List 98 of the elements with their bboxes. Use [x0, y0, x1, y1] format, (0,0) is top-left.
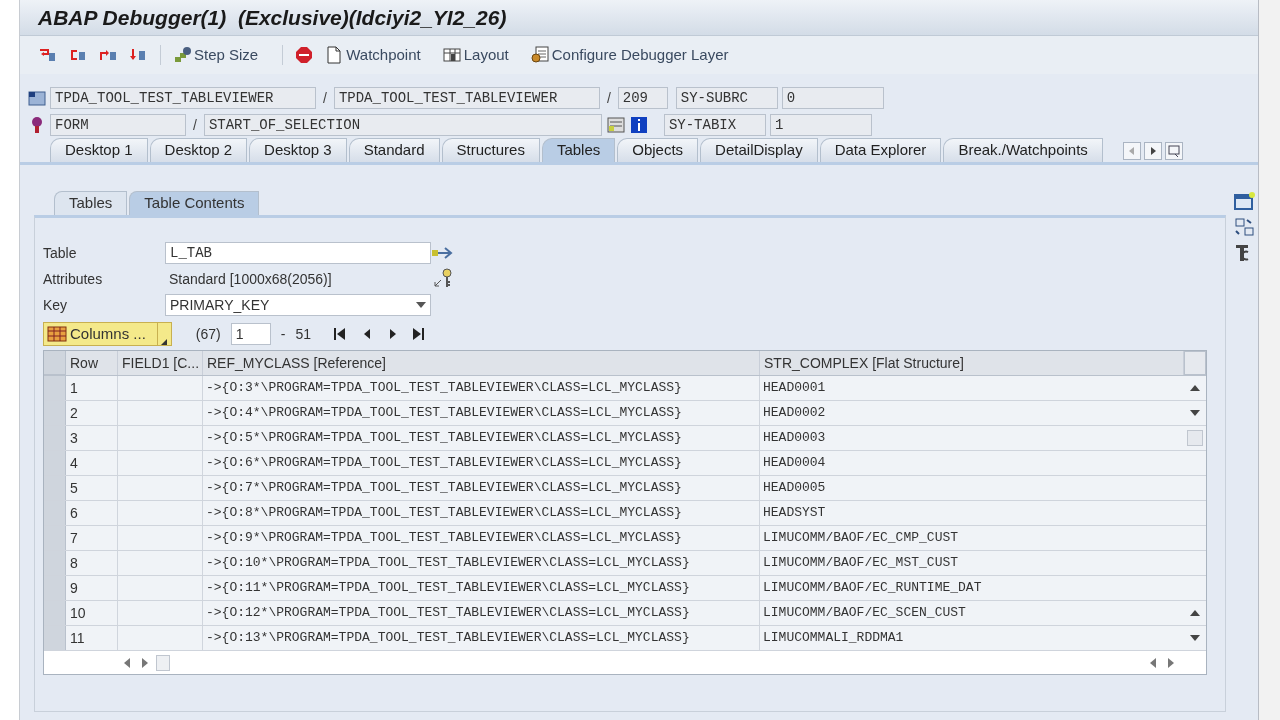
- columns-button[interactable]: Columns ...: [43, 322, 172, 346]
- field-label: Table: [43, 243, 78, 263]
- scroll-thumb[interactable]: [1187, 430, 1203, 446]
- table-cell-text: HEAD0003: [762, 429, 827, 448]
- table-cell-text: HEAD0001: [762, 379, 827, 398]
- separator-text: /: [605, 88, 612, 108]
- window-title: ABAP Debugger(1) (Exclusive)(Idciyi2_YI2_26): [38, 4, 507, 31]
- scroll-up-icon[interactable]: [1190, 610, 1200, 616]
- table-cell: ->{O:3*\PROGRAM=TPDA_TOOL_TEST_TABLEVIEWER\CLASS=LCL_MYCLASS}: [203, 376, 760, 400]
- table-cell: 9: [66, 576, 118, 600]
- new-window-icon[interactable]: [1234, 191, 1256, 211]
- tab[interactable]: Desktop 3: [249, 138, 347, 162]
- table-cell: 6: [66, 501, 118, 525]
- field-label: Key: [43, 295, 69, 315]
- table-cell: 3: [66, 426, 118, 450]
- table-cell: ->{O:6*\PROGRAM=TPDA_TOOL_TEST_TABLEVIEWER\CLASS=LCL_MYCLASS}: [203, 451, 760, 475]
- tab[interactable]: Standard: [348, 138, 440, 162]
- display-field: FORM: [50, 114, 186, 136]
- last-page-icon[interactable]: [411, 326, 427, 342]
- table-cell-text: HEAD0005: [762, 479, 827, 498]
- step-into-icon: [38, 46, 56, 64]
- scroll-down-icon[interactable]: [1190, 635, 1200, 641]
- display-field: 209: [617, 87, 668, 109]
- scroll-up-icon[interactable]: [1190, 385, 1200, 391]
- table-cell-text: LIMUCOMM/BAOF/EC_RUNTIME_DAT: [762, 579, 983, 598]
- column-header[interactable]: REF_MYCLASS [Reference]: [203, 351, 760, 375]
- layout-button[interactable]: Layout: [440, 43, 511, 67]
- page-icon: [325, 46, 344, 64]
- display-field: 1: [769, 114, 872, 136]
- table-cell: 10: [66, 601, 118, 625]
- table-cell-text: HEADSYST: [762, 504, 827, 523]
- subtab[interactable]: Tables: [54, 191, 128, 215]
- dropdown-value: PRIMARY_KEY: [170, 295, 270, 315]
- table-cell-text: HEAD0004: [762, 454, 827, 473]
- last-row-number: 51: [295, 324, 311, 344]
- table-cell: 4: [66, 451, 118, 475]
- watchpoint-button[interactable]: Watchpoint: [323, 43, 423, 67]
- tab[interactable]: Desktop 1: [50, 138, 148, 162]
- row-count: (67): [195, 324, 221, 344]
- column-header[interactable]: FIELD1 [C...: [118, 351, 203, 375]
- swap-icon[interactable]: [1234, 217, 1256, 237]
- tab[interactable]: Objects: [617, 138, 699, 162]
- table-cell: ->{O:5*\PROGRAM=TPDA_TOOL_TEST_TABLEVIEWER\CLASS=LCL_MYCLASS}: [203, 426, 760, 450]
- table-cell: ->{O:4*\PROGRAM=TPDA_TOOL_TEST_TABLEVIEWER\CLASS=LCL_MYCLASS}: [203, 401, 760, 425]
- table-cell: 1: [66, 376, 118, 400]
- key-dropdown[interactable]: PRIMARY_KEY: [165, 294, 431, 316]
- table-cell: 2: [66, 401, 118, 425]
- table-cell: 7: [66, 526, 118, 550]
- tab[interactable]: Structures: [441, 138, 540, 162]
- configure-icon: [530, 46, 549, 64]
- tab[interactable]: Desktop 2: [149, 138, 248, 162]
- table-cell: 5: [66, 476, 118, 500]
- table-cell: ->{O:11*\PROGRAM=TPDA_TOOL_TEST_TABLEVIEWER\CLASS=LCL_MYCLASS}: [203, 576, 760, 600]
- scroll-down-icon[interactable]: [1190, 410, 1200, 416]
- display-field: START_OF_SELECTION: [203, 114, 602, 136]
- table-cell-text: LIMUCOMMALI_RDDMA1: [762, 629, 905, 648]
- key-icon[interactable]: [431, 268, 455, 290]
- display-field: 0: [781, 87, 884, 109]
- row-input-field[interactable]: 1: [230, 323, 271, 345]
- display-field: TPDA_TOOL_TEST_TABLEVIEWER: [50, 87, 316, 109]
- display-field: SY-TABIX: [663, 114, 766, 136]
- column-header[interactable]: Row: [66, 351, 118, 375]
- steps-icon: [173, 46, 191, 64]
- table-cell: ->{O:12*\PROGRAM=TPDA_TOOL_TEST_TABLEVIEWER\CLASS=LCL_MYCLASS}: [203, 601, 760, 625]
- dash-text: -: [280, 324, 286, 344]
- stop-icon: [295, 46, 314, 64]
- dropdown-icon: [416, 302, 426, 308]
- separator-text: /: [322, 88, 328, 108]
- table-cell: ->{O:13*\PROGRAM=TPDA_TOOL_TEST_TABLEVIEWER\CLASS=LCL_MYCLASS}: [203, 626, 760, 650]
- field-label: Attributes: [43, 269, 104, 289]
- table-cell: ->{O:10*\PROGRAM=TPDA_TOOL_TEST_TABLEVIEWER\CLASS=LCL_MYCLASS}: [203, 551, 760, 575]
- layout-icon: [442, 46, 461, 64]
- table-cell-text: LIMUCOMM/BAOF/EC_SCEN_CUST: [762, 604, 967, 623]
- table-cell: 11: [66, 626, 118, 650]
- tab[interactable]: DetailDisplay: [700, 138, 818, 162]
- tab[interactable]: Break./Watchpoints: [943, 138, 1103, 162]
- configure-button[interactable]: Configure Debugger Layer: [528, 43, 731, 67]
- input-field[interactable]: L_TAB: [165, 242, 431, 264]
- table-cell: 8: [66, 551, 118, 575]
- scroll-right-icon[interactable]: [1143, 142, 1162, 160]
- table-cell-text: HEAD0002: [762, 404, 827, 423]
- table-cell-text: LIMUCOMM/BAOF/EC_MST_CUST: [762, 554, 960, 573]
- display-field: SY-SUBRC: [675, 87, 778, 109]
- attributes-value: Standard [1000x68(2056)]: [168, 269, 333, 289]
- subtab[interactable]: Table Contents: [129, 191, 260, 215]
- grid-icon: [47, 326, 67, 342]
- scroll-thumb[interactable]: [156, 654, 170, 671]
- tab[interactable]: Tables: [541, 138, 616, 162]
- table-cell-text: LIMUCOMM/BAOF/EC_CMP_CUST: [762, 529, 960, 548]
- info-icon[interactable]: [629, 116, 648, 134]
- table-cell: ->{O:9*\PROGRAM=TPDA_TOOL_TEST_TABLEVIEWER\CLASS=LCL_MYCLASS}: [203, 526, 760, 550]
- program-icon: [28, 90, 46, 106]
- display-field: TPDA_TOOL_TEST_TABLEVIEWER: [333, 87, 600, 109]
- tab[interactable]: Data Explorer: [819, 138, 942, 162]
- menu-arrow-icon: [161, 339, 168, 345]
- table-cell: ->{O:8*\PROGRAM=TPDA_TOOL_TEST_TABLEVIEWER\CLASS=LCL_MYCLASS}: [203, 501, 760, 525]
- table-cell: ->{O:7*\PROGRAM=TPDA_TOOL_TEST_TABLEVIEWER\CLASS=LCL_MYCLASS}: [203, 476, 760, 500]
- separator-text: /: [192, 115, 198, 135]
